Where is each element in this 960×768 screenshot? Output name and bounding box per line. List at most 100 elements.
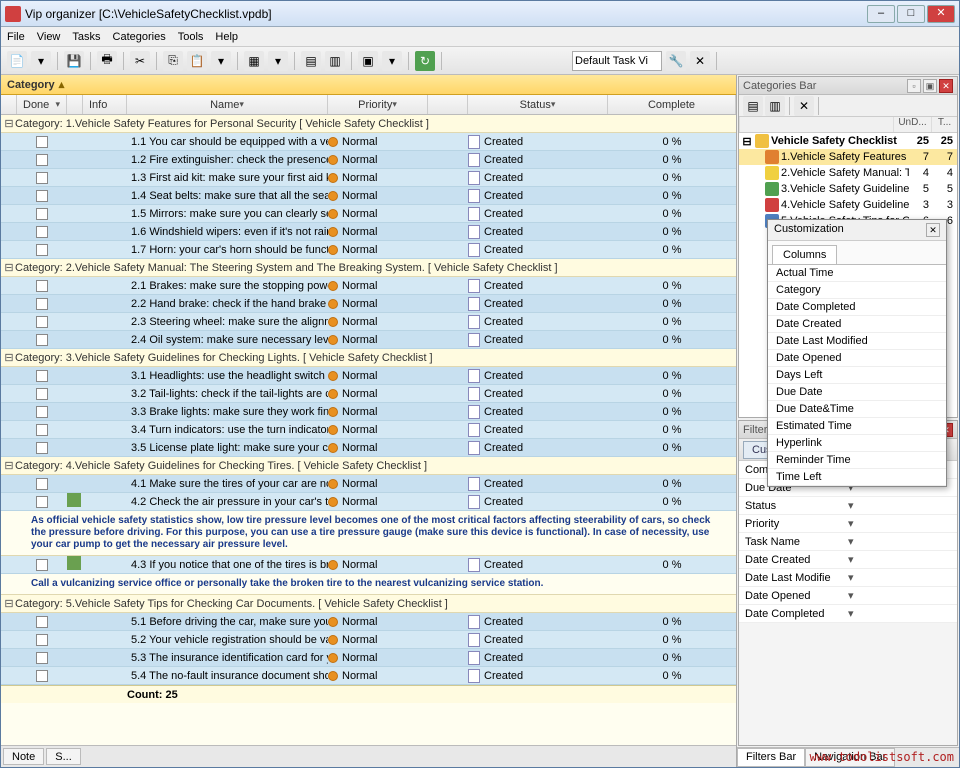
filter-row[interactable]: Status▾ [739, 497, 957, 515]
done-checkbox[interactable] [36, 616, 48, 628]
task-row[interactable]: 3.4 Turn indicators: use the turn indica… [1, 421, 736, 439]
task-row[interactable]: 1.5 Mirrors: make sure you can clearly s… [1, 205, 736, 223]
task-row[interactable]: 1.3 First aid kit: make sure your first … [1, 169, 736, 187]
done-checkbox[interactable] [36, 424, 48, 436]
task-row[interactable]: 5.3 The insurance identification card fo… [1, 649, 736, 667]
done-checkbox[interactable] [36, 136, 48, 148]
dropdown-icon[interactable]: ▾ [848, 517, 951, 530]
rtab-filters[interactable]: Filters Bar [737, 748, 805, 767]
customization-item[interactable]: Estimated Time [768, 418, 946, 435]
task-row[interactable]: 5.4 The no-fault insurance document shou… [1, 667, 736, 685]
tab-note[interactable]: Note [3, 748, 44, 765]
done-checkbox[interactable] [36, 316, 48, 328]
col-name[interactable]: Name▾ [127, 95, 328, 114]
task-row[interactable]: 1.1 You car should be equipped with a ve… [1, 133, 736, 151]
done-checkbox[interactable] [36, 670, 48, 682]
task-row[interactable]: 4.2 Check the air pressure in your car's… [1, 493, 736, 511]
customization-item[interactable]: Hyperlink [768, 435, 946, 452]
task-row[interactable]: 2.2 Hand brake: check if the hand brake … [1, 295, 736, 313]
copy-button[interactable]: ⎘ [163, 51, 183, 71]
customization-tab[interactable]: Columns [772, 245, 837, 264]
done-checkbox[interactable] [36, 244, 48, 256]
menu-view[interactable]: View [37, 31, 61, 43]
done-checkbox[interactable] [36, 172, 48, 184]
group-row[interactable]: ⊟ Category: 1.Vehicle Safety Features fo… [1, 115, 736, 133]
task-row[interactable]: 5.1 Before driving the car, make sure yo… [1, 613, 736, 631]
customization-item[interactable]: Days Left [768, 367, 946, 384]
menu-help[interactable]: Help [215, 31, 238, 43]
tb-btn-b[interactable]: ▦ [244, 51, 264, 71]
dropdown-icon[interactable]: ▾ [848, 589, 951, 602]
task-row[interactable]: 4.1 Make sure the tires of your car are … [1, 475, 736, 493]
filter-row[interactable]: Date Opened▾ [739, 587, 957, 605]
menu-categories[interactable]: Categories [113, 31, 166, 43]
customization-item[interactable]: Reminder Time [768, 452, 946, 469]
customization-close[interactable]: ✕ [926, 223, 940, 237]
col-done[interactable]: Done▾ [17, 95, 67, 114]
task-row[interactable]: 3.1 Headlights: use the headlight switch… [1, 367, 736, 385]
menu-tools[interactable]: Tools [178, 31, 204, 43]
done-checkbox[interactable] [36, 154, 48, 166]
customization-item[interactable]: Date Last Modified [768, 333, 946, 350]
task-row[interactable]: 1.2 Fire extinguisher: check the presenc… [1, 151, 736, 169]
tb-btn-g[interactable]: ▾ [382, 51, 402, 71]
minimize-button[interactable]: – [867, 5, 895, 23]
dropdown-icon[interactable]: ▾ [848, 499, 951, 512]
dropdown-icon[interactable]: ▾ [848, 607, 951, 620]
customization-item[interactable]: Due Date [768, 384, 946, 401]
task-row[interactable]: 2.3 Steering wheel: make sure the alignm… [1, 313, 736, 331]
task-row[interactable]: 4.3 If you notice that one of the tires … [1, 556, 736, 574]
task-row[interactable]: 2.1 Brakes: make sure the stopping power… [1, 277, 736, 295]
collapse-icon[interactable]: ⊟ [3, 459, 15, 472]
task-row[interactable]: 3.2 Tail-lights: check if the tail-light… [1, 385, 736, 403]
tree-row[interactable]: 1.Vehicle Safety Features for P77 [739, 149, 957, 165]
done-checkbox[interactable] [36, 280, 48, 292]
done-checkbox[interactable] [36, 388, 48, 400]
collapse-icon[interactable]: ⊟ [3, 261, 15, 274]
tree-row[interactable]: 2.Vehicle Safety Manual: The S44 [739, 165, 957, 181]
menu-tasks[interactable]: Tasks [72, 31, 100, 43]
done-checkbox[interactable] [36, 370, 48, 382]
maximize-button[interactable]: □ [897, 5, 925, 23]
done-checkbox[interactable] [36, 442, 48, 454]
group-row[interactable]: ⊟ Category: 4.Vehicle Safety Guidelines … [1, 457, 736, 475]
tab-s[interactable]: S... [46, 748, 81, 765]
view-selector[interactable] [572, 51, 662, 71]
close-button[interactable]: ✕ [927, 5, 955, 23]
filter-row[interactable]: Date Last Modifie▾ [739, 569, 957, 587]
filter-row[interactable]: Task Name▾ [739, 533, 957, 551]
tb-btn-c[interactable]: ▾ [268, 51, 288, 71]
customization-item[interactable]: Date Completed [768, 299, 946, 316]
view-delete-button[interactable]: ✕ [690, 51, 710, 71]
cut-button[interactable]: ✂ [130, 51, 150, 71]
tb-btn-d[interactable]: ▤ [301, 51, 321, 71]
col-priority[interactable]: Priority▾ [328, 95, 428, 114]
done-checkbox[interactable] [36, 226, 48, 238]
task-row[interactable]: 1.6 Windshield wipers: even if it's not … [1, 223, 736, 241]
collapse-icon[interactable]: ⊟ [3, 351, 15, 364]
task-row[interactable]: 3.3 Brake lights: make sure they work fi… [1, 403, 736, 421]
cat-tb1[interactable]: ▤ [743, 96, 763, 116]
collapse-icon[interactable]: ⊟ [3, 597, 15, 610]
customization-item[interactable]: Due Date&Time [768, 401, 946, 418]
group-row[interactable]: ⊟ Category: 2.Vehicle Safety Manual: The… [1, 259, 736, 277]
menu-file[interactable]: File [7, 31, 25, 43]
panel-close[interactable]: ✕ [939, 79, 953, 93]
view-config-button[interactable]: 🔧 [666, 51, 686, 71]
tb-btn-a[interactable]: ▾ [211, 51, 231, 71]
done-checkbox[interactable] [36, 208, 48, 220]
customization-item[interactable]: Date Opened [768, 350, 946, 367]
customization-popup[interactable]: Customization✕ Columns Actual TimeCatego… [767, 219, 947, 487]
group-by-header[interactable]: Category▴ [1, 75, 736, 95]
tree-row[interactable]: 3.Vehicle Safety Guidelines for55 [739, 181, 957, 197]
customization-item[interactable]: Category [768, 282, 946, 299]
customization-item[interactable]: Time Left [768, 469, 946, 486]
done-checkbox[interactable] [36, 634, 48, 646]
print-button[interactable]: 🖶 [97, 51, 117, 71]
filter-row[interactable]: Date Completed▾ [739, 605, 957, 623]
collapse-icon[interactable]: ⊟ [3, 117, 15, 130]
tb-btn-green[interactable]: ↻ [415, 51, 435, 71]
col-complete[interactable]: Complete [608, 95, 736, 114]
open-button[interactable]: ▾ [31, 51, 51, 71]
col-info[interactable]: Info [83, 95, 127, 114]
